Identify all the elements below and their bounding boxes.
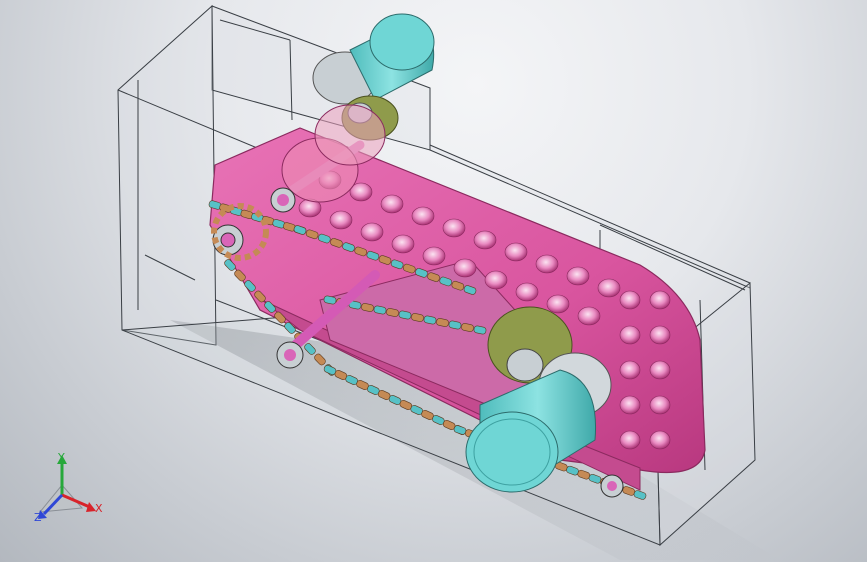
- bearing-top-inner: [277, 194, 289, 206]
- track-dimple: [649, 325, 671, 345]
- track-dimple: [515, 282, 539, 302]
- track-dimple: [649, 395, 671, 415]
- track-dimple: [566, 266, 590, 286]
- track-dimple: [453, 258, 477, 278]
- track-dimple: [649, 430, 671, 450]
- track-dimple: [442, 218, 466, 238]
- track-dimple: [391, 234, 415, 254]
- track-dimple: [546, 294, 570, 314]
- bearing-bottom-inner: [284, 349, 296, 361]
- track-dimple: [535, 254, 559, 274]
- track-dimple: [649, 360, 671, 380]
- housing-left-wall: [117, 4, 217, 346]
- front-disc-2: [314, 104, 386, 166]
- track-dimple: [411, 206, 435, 226]
- track-dimple: [577, 306, 601, 326]
- bearing-left-inner: [220, 232, 236, 248]
- track-dimple: [619, 360, 641, 380]
- triad-x-label: X: [95, 502, 103, 515]
- cad-viewport[interactable]: Y X Z: [0, 0, 867, 562]
- triad-y-label: Y: [57, 451, 65, 464]
- bottom-gear-hub: [506, 348, 544, 382]
- track-dimple: [360, 222, 384, 242]
- track-dimple: [380, 194, 404, 214]
- view-orientation-triad[interactable]: Y X Z: [34, 451, 103, 524]
- triad-z-label: Z: [34, 511, 42, 524]
- track-dimple: [473, 230, 497, 250]
- track-dimple: [619, 430, 641, 450]
- track-dimple: [649, 290, 671, 310]
- track-dimple: [619, 325, 641, 345]
- bottom-motor-endcap: [465, 411, 559, 493]
- top-motor-endcap: [369, 13, 435, 71]
- track-dimple: [619, 290, 641, 310]
- track-dimple: [329, 210, 353, 230]
- track-dimple: [619, 395, 641, 415]
- cad-model-scene[interactable]: Y X Z: [0, 0, 867, 562]
- bearing-right-inner: [607, 481, 617, 491]
- track-dimple: [422, 246, 446, 266]
- track-dimple: [504, 242, 528, 262]
- track-dimple: [597, 278, 621, 298]
- track-dimple: [484, 270, 508, 290]
